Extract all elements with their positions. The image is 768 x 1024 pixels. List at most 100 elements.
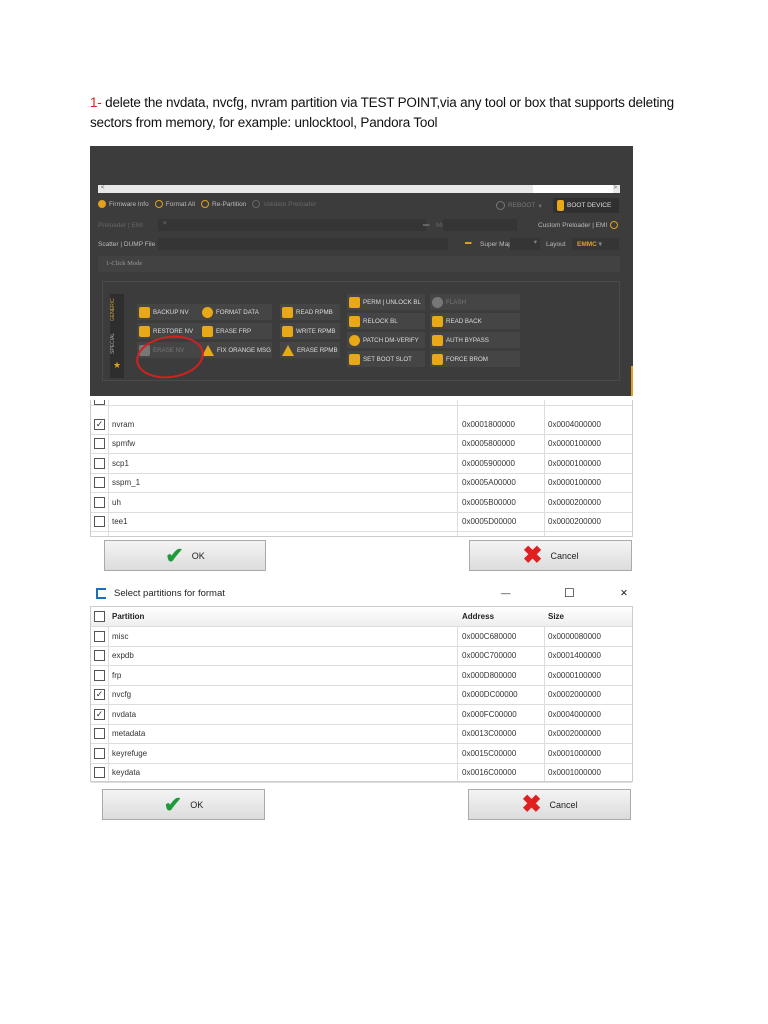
preloader-field[interactable]: ✕ xyxy=(158,219,426,231)
tool-button-set-boot-slot[interactable]: SET BOOT SLOT xyxy=(347,351,425,367)
button-label: ERASE RPMB xyxy=(297,346,338,354)
tool-button-erase-frp[interactable]: ERASE FRP xyxy=(200,323,272,339)
table-row[interactable]: scp1 0x0005900000 0x0000100000 xyxy=(91,454,632,474)
minimize-button[interactable]: — xyxy=(501,588,511,599)
custom-preloader-toggle[interactable]: Custom Preloader | EMI xyxy=(538,221,619,229)
row-checkbox[interactable] xyxy=(94,400,105,405)
star-icon[interactable]: ★ xyxy=(110,360,124,371)
ok-button[interactable]: ✔ OK xyxy=(104,540,266,571)
button-label: PATCH DM-VERIFY xyxy=(363,336,419,344)
button-label: RESTORE NV xyxy=(153,327,194,335)
table-row[interactable]: keyrefuge 0x0015C00000 0x0001000000 xyxy=(91,744,632,764)
folder-icon[interactable]: ▬ xyxy=(465,239,472,246)
row-checkbox[interactable] xyxy=(94,728,105,740)
tool-button-write-rpmb[interactable]: WRITE RPMB xyxy=(280,323,340,339)
tab-generic[interactable]: GENERIC xyxy=(110,294,116,326)
boot-device-button[interactable]: BOOT DEVICE xyxy=(553,198,619,213)
table-row[interactable]: spmfw 0x0005800000 0x0000100000 xyxy=(91,435,632,454)
database-icon xyxy=(139,325,150,337)
dialog-cancel-button[interactable]: ✖ Cancel xyxy=(468,789,631,820)
tool-button-erase-rpmb[interactable]: ERASE RPMB xyxy=(280,342,340,358)
tool-button-fix-orange-msg[interactable]: FIX ORANGE MSG xyxy=(200,342,272,358)
option-radio[interactable] xyxy=(98,200,106,208)
table-row[interactable]: ✓ nvdata 0x000FC00000 0x0004000000 xyxy=(91,705,632,725)
scroll-thumb[interactable] xyxy=(533,185,613,193)
dialog-ok-button[interactable]: ✔ OK xyxy=(102,789,265,820)
partition-address: 0x0016C00000 xyxy=(462,768,517,778)
reboot-icon xyxy=(496,201,505,210)
partition-name: misc xyxy=(112,631,129,641)
option-1[interactable]: Format All xyxy=(154,200,195,208)
custom-preloader-radio[interactable] xyxy=(610,221,619,229)
tool-button-force-brom[interactable]: FORCE BROM xyxy=(430,351,520,367)
select-all-checkbox[interactable] xyxy=(94,610,105,622)
maximize-button[interactable]: ☐ xyxy=(564,586,575,600)
row-checkbox[interactable] xyxy=(94,747,105,759)
table-row[interactable]: keydata 0x0016C00000 0x0001000000 xyxy=(91,764,632,783)
row-checkbox[interactable] xyxy=(94,767,105,779)
tool-button-read-rpmb[interactable]: READ RPMB xyxy=(280,304,340,320)
scroll-right-arrow[interactable]: > xyxy=(613,185,617,191)
tool-button-flash[interactable]: FLASH xyxy=(430,294,520,310)
table-row[interactable]: expdb 0x000C700000 0x0001400000 xyxy=(91,647,632,666)
table-row[interactable]: ✓ nvcfg 0x000DC00000 0x0002000000 xyxy=(91,686,632,705)
cross-icon: ✖ xyxy=(521,791,542,818)
tool-button-patch-dm-verify[interactable]: PATCH DM-VERIFY xyxy=(347,332,425,348)
table-row[interactable]: sspm_1 0x0005A00000 0x0000100000 xyxy=(91,474,632,493)
tool-button-read-back[interactable]: READ BACK xyxy=(430,313,520,329)
option-radio[interactable] xyxy=(201,200,209,208)
partition-address: 0x000C700000 xyxy=(462,651,517,661)
row-checkbox[interactable] xyxy=(94,438,105,450)
reboot-button[interactable]: REBOOT ▾ xyxy=(496,201,542,210)
horizontal-scrollbar[interactable]: < > xyxy=(98,185,620,193)
tool-button-perm-unlock-bl[interactable]: PERM | UNLOCK BL xyxy=(347,294,425,310)
tab-special[interactable]: SPECIAL xyxy=(110,326,116,360)
close-button[interactable]: ✕ xyxy=(620,588,628,599)
option-0[interactable]: Firmware Info xyxy=(98,200,149,208)
cross-icon: ✖ xyxy=(522,542,543,569)
save-icon xyxy=(432,315,443,327)
row-checkbox[interactable]: ✓ xyxy=(94,418,105,430)
partition-address: 0x000C680000 xyxy=(462,631,517,641)
partition-address: 0x0005B00000 xyxy=(462,497,516,507)
header-partition[interactable]: Partition xyxy=(112,612,144,621)
row-checkbox[interactable] xyxy=(94,496,105,508)
row-checkbox[interactable] xyxy=(94,457,105,469)
scroll-left-arrow[interactable]: < xyxy=(101,185,105,191)
super-map-select[interactable]: ▾ xyxy=(510,238,540,250)
table-row[interactable]: ✓ nvram 0x0001800000 0x0004000000 xyxy=(91,415,632,435)
table-row[interactable]: tee1 0x0005D00000 0x0000200000 xyxy=(91,513,632,532)
partition-name: frp xyxy=(112,670,122,680)
table-row[interactable]: misc 0x000C680000 0x0000080000 xyxy=(91,627,632,647)
option-radio[interactable] xyxy=(252,200,261,208)
option-3[interactable]: Validate Preloader xyxy=(252,200,316,208)
tool-button-relock-bl[interactable]: RELOCK BL xyxy=(347,313,425,329)
header-address[interactable]: Address xyxy=(462,612,494,621)
option-radio[interactable] xyxy=(154,200,163,208)
tool-button-auth-bypass[interactable]: AUTH BYPASS xyxy=(430,332,520,348)
option-2[interactable]: Re-Partition xyxy=(201,200,246,208)
row-checkbox[interactable] xyxy=(94,477,105,489)
folder-icon[interactable]: ▬ xyxy=(423,221,430,228)
button-label: FLASH xyxy=(446,298,466,306)
row-checkbox[interactable] xyxy=(94,650,105,662)
button-label: FORMAT DATA xyxy=(216,308,259,316)
model-field[interactable] xyxy=(443,219,517,231)
table-row[interactable]: metadata 0x0013C00000 0x0002000000 xyxy=(91,725,632,744)
instruction-line-1: 1- delete the nvdata, nvcfg, nvram parti… xyxy=(90,95,674,110)
header-size[interactable]: Size xyxy=(548,612,564,621)
table-row[interactable]: uh 0x0005B00000 0x0000200000 xyxy=(91,493,632,513)
scatter-label: Scatter | DUMP File xyxy=(98,241,156,248)
row-checkbox[interactable] xyxy=(94,669,105,681)
row-checkbox[interactable] xyxy=(94,630,105,642)
row-checkbox[interactable]: ✓ xyxy=(94,708,105,720)
partition-size: 0x0002000000 xyxy=(548,729,601,739)
row-checkbox[interactable] xyxy=(94,516,105,528)
table-row[interactable]: frp 0x000D800000 0x0000100000 xyxy=(91,666,632,686)
row-checkbox[interactable]: ✓ xyxy=(94,689,105,701)
tool-button-format-data[interactable]: FORMAT DATA xyxy=(200,304,272,320)
layout-select[interactable]: EMMC ▾ xyxy=(572,238,619,250)
scatter-field[interactable] xyxy=(158,238,448,250)
cancel-button[interactable]: ✖ Cancel xyxy=(469,540,632,571)
tool-button-backup-nv[interactable]: BACKUP NV xyxy=(137,304,201,320)
